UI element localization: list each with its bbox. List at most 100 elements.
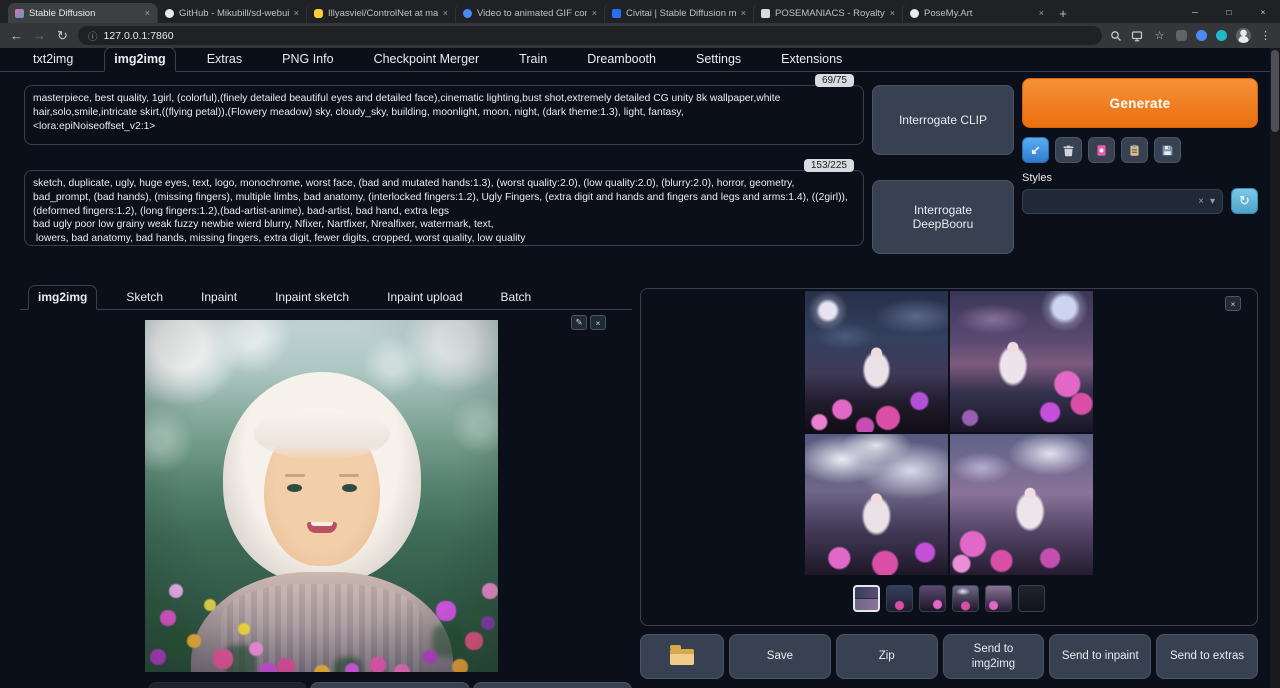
tab-close-icon[interactable]: × <box>443 8 448 18</box>
thumbnail-2[interactable] <box>919 585 946 612</box>
address-bar[interactable]: ⓘ 127.0.0.1:7860 <box>78 26 1102 45</box>
portrait-vignette <box>145 320 498 672</box>
card-icon <box>1095 144 1108 157</box>
output-gallery: × <box>640 288 1258 626</box>
copy-to-sketch-button[interactable]: sketch <box>310 682 469 688</box>
send-to-inpaint-button[interactable]: Send to inpaint <box>1049 634 1151 679</box>
generated-image-3[interactable] <box>805 434 948 575</box>
mode-tab-sketch[interactable]: Sketch <box>117 286 172 309</box>
maximize-button[interactable]: □ <box>1212 0 1246 23</box>
paste-arrow-icon: ↙ <box>1030 143 1040 157</box>
tab-train[interactable]: Train <box>510 48 556 71</box>
browser-tab-posemaniacs[interactable]: POSEMANIACS - Royalty free 3... × <box>753 3 902 23</box>
positive-prompt-input[interactable]: masterpiece, best quality, 1girl, (color… <box>24 85 864 145</box>
negative-prompt-input[interactable]: sketch, duplicate, ugly, huge eyes, text… <box>24 170 864 246</box>
paste-generation-params-button[interactable]: ↙ <box>1022 137 1049 163</box>
edit-image-icon[interactable]: ✎ <box>571 315 587 330</box>
browser-tab-controlnet[interactable]: Illyasviel/ControlNet at main × <box>306 3 455 23</box>
browser-window: Stable Diffusion × GitHub - Mikubill/sd-… <box>0 0 1280 688</box>
forward-button[interactable]: → <box>32 28 47 43</box>
generated-image-grid[interactable] <box>805 291 1093 575</box>
copy-to-img2img-button[interactable]: img2img <box>148 682 307 688</box>
clear-selection-icon[interactable]: × <box>1198 196 1204 207</box>
thumbnail-1[interactable] <box>886 585 913 612</box>
save-button[interactable]: Save <box>729 634 831 679</box>
send-to-extras-button[interactable]: Send to extras <box>1156 634 1258 679</box>
tab-extras[interactable]: Extras <box>198 48 251 71</box>
bookmark-star-icon[interactable]: ☆ <box>1152 29 1167 42</box>
generated-image-1[interactable] <box>805 291 948 432</box>
tab-close-icon[interactable]: × <box>741 8 746 18</box>
window-close-button[interactable]: × <box>1246 0 1280 23</box>
remove-image-icon[interactable]: × <box>590 315 606 330</box>
send-to-img2img-button[interactable]: Send to img2img <box>943 634 1045 679</box>
mode-tab-img2img[interactable]: img2img <box>28 285 97 310</box>
extension-icon[interactable] <box>1196 30 1207 41</box>
mode-tab-inpaint-sketch[interactable]: Inpaint sketch <box>266 286 358 309</box>
generated-image-4[interactable] <box>950 434 1093 575</box>
new-tab-button[interactable]: + <box>1051 3 1075 23</box>
generated-image-2[interactable] <box>950 291 1093 432</box>
copy-image-label: Copy image to: <box>20 682 148 688</box>
extension-icon[interactable] <box>1216 30 1227 41</box>
interrogate-clip-button[interactable]: Interrogate CLIP <box>872 85 1014 155</box>
trash-icon <box>1062 144 1075 157</box>
page-scrollbar <box>1270 48 1280 688</box>
scrollbar-thumb[interactable] <box>1271 50 1279 132</box>
tab-png-info[interactable]: PNG Info <box>273 48 342 71</box>
reload-button[interactable]: ↻ <box>55 28 70 44</box>
styles-dropdown[interactable]: × ▾ <box>1022 189 1223 214</box>
tab-txt2img[interactable]: txt2img <box>24 48 82 71</box>
back-button[interactable]: ← <box>9 28 24 43</box>
browser-tab-stable-diffusion[interactable]: Stable Diffusion × <box>8 3 157 23</box>
search-icon[interactable] <box>1110 30 1122 42</box>
main-tab-bar: txt2img img2img Extras PNG Info Checkpoi… <box>0 48 1270 72</box>
tab-extensions[interactable]: Extensions <box>772 48 851 71</box>
save-style-button[interactable] <box>1154 137 1181 163</box>
tab-close-icon[interactable]: × <box>592 8 597 18</box>
thumbnail-grid[interactable] <box>853 585 880 612</box>
img2img-mode-tabs: img2img Sketch Inpaint Inpaint sketch In… <box>20 284 632 310</box>
mode-tab-inpaint-upload[interactable]: Inpaint upload <box>378 286 471 309</box>
tab-close-icon[interactable]: × <box>145 8 150 18</box>
browser-tab-posemyart[interactable]: PoseMy.Art × <box>902 3 1051 23</box>
interrogate-deepbooru-button[interactable]: Interrogate DeepBooru <box>872 180 1014 254</box>
mode-tab-batch[interactable]: Batch <box>492 286 541 309</box>
share-icon[interactable] <box>1131 30 1143 42</box>
extra-networks-button[interactable] <box>1088 137 1115 163</box>
tab-close-icon[interactable]: × <box>294 8 299 18</box>
url-text: 127.0.0.1:7860 <box>104 30 174 42</box>
tab-close-icon[interactable]: × <box>890 8 895 18</box>
styles-refresh-button[interactable]: ↻ <box>1231 188 1258 214</box>
open-folder-button[interactable] <box>640 634 724 679</box>
zip-button[interactable]: Zip <box>836 634 938 679</box>
thumbnail-5[interactable] <box>1018 585 1045 612</box>
thumbnail-4[interactable] <box>985 585 1012 612</box>
tab-settings[interactable]: Settings <box>687 48 750 71</box>
browser-menu-icon[interactable]: ⋮ <box>1260 29 1271 42</box>
negative-token-counter: 153/225 <box>804 159 854 172</box>
mode-tab-inpaint[interactable]: Inpaint <box>192 286 246 309</box>
browser-tab-gif-converter[interactable]: Video to animated GIF converter × <box>455 3 604 23</box>
site-info-icon[interactable]: ⓘ <box>88 29 98 43</box>
img2img-source-image[interactable] <box>145 320 498 672</box>
browser-tab-civitai[interactable]: Civitai | Stable Diffusion model... × <box>604 3 753 23</box>
chevron-down-icon: ▾ <box>1210 196 1215 207</box>
tab-checkpoint-merger[interactable]: Checkpoint Merger <box>365 48 489 71</box>
generate-button[interactable]: Generate <box>1022 78 1258 128</box>
tab-close-icon[interactable]: × <box>1039 8 1044 18</box>
browser-tab-github[interactable]: GitHub - Mikubill/sd-webui-con... × <box>157 3 306 23</box>
tab-img2img[interactable]: img2img <box>104 47 175 72</box>
profile-avatar[interactable] <box>1236 28 1251 43</box>
thumbnail-3[interactable] <box>952 585 979 612</box>
copy-to-inpaint-button[interactable]: inpaint <box>473 682 632 688</box>
refresh-icon: ↻ <box>1239 193 1250 209</box>
clear-prompt-button[interactable] <box>1055 137 1082 163</box>
minimize-button[interactable]: ─ <box>1178 0 1212 23</box>
stable-diffusion-favicon <box>15 9 24 18</box>
tab-dreambooth[interactable]: Dreambooth <box>578 48 665 71</box>
apply-styles-button[interactable] <box>1121 137 1148 163</box>
extension-icon[interactable] <box>1176 30 1187 41</box>
tab-title: GitHub - Mikubill/sd-webui-con... <box>179 8 289 19</box>
gallery-close-icon[interactable]: × <box>1225 296 1241 311</box>
